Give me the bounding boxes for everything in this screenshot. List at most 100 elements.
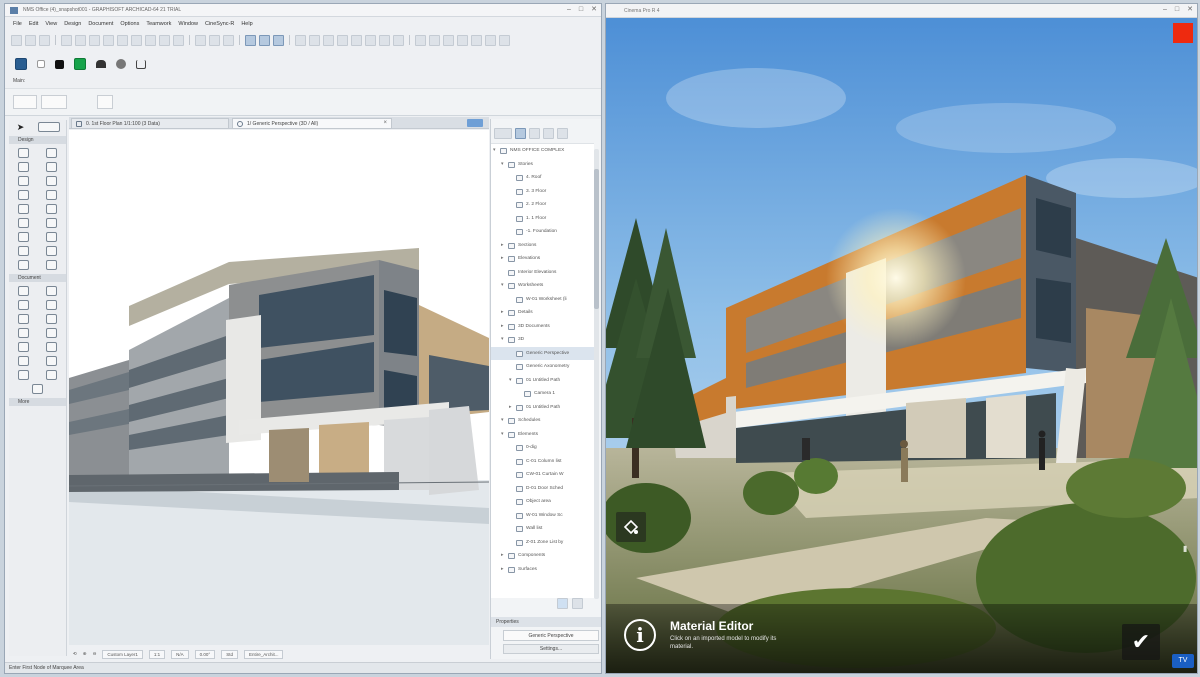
sync-icon[interactable] bbox=[74, 58, 86, 70]
rendered-building-image[interactable] bbox=[606, 18, 1198, 674]
trace-icon[interactable] bbox=[365, 34, 376, 46]
tree-node-elevations[interactable]: ▸ Elevations bbox=[491, 252, 594, 266]
zoom-icon[interactable] bbox=[429, 34, 440, 46]
cut-icon[interactable] bbox=[117, 34, 128, 46]
tree-node-schedule[interactable]: Z-01 Zone List by bbox=[491, 536, 594, 550]
lamp-tool-icon[interactable] bbox=[17, 260, 29, 270]
tree-node-3d-documents[interactable]: ▸ 3D Documents bbox=[491, 320, 594, 334]
shell-tool-icon[interactable] bbox=[46, 204, 58, 214]
tree-node-generic-perspective[interactable]: Generic Perspective bbox=[491, 346, 594, 360]
close-icon[interactable]: ✕ bbox=[1187, 6, 1193, 14]
print-icon[interactable] bbox=[103, 34, 114, 46]
tree-node-story[interactable]: -1. Foundation bbox=[491, 225, 594, 239]
column-tool-icon[interactable] bbox=[46, 148, 58, 158]
inject-icon[interactable] bbox=[173, 34, 184, 46]
pen-set-field[interactable]: Std bbox=[221, 649, 238, 659]
maximize-icon[interactable]: □ bbox=[1175, 6, 1179, 14]
menu-file[interactable]: File bbox=[13, 21, 22, 27]
circle-icon[interactable] bbox=[337, 34, 348, 46]
layout-book-icon[interactable] bbox=[529, 127, 540, 139]
level-dimension-tool-icon[interactable] bbox=[46, 286, 58, 296]
tree-node-path[interactable]: ▾ 01 Untitled Path bbox=[491, 374, 594, 388]
info-box-method[interactable] bbox=[41, 95, 67, 109]
measure-icon[interactable] bbox=[393, 34, 404, 46]
hand-icon[interactable] bbox=[11, 34, 22, 46]
drawing-tool-icon[interactable] bbox=[17, 342, 29, 352]
guide-icon[interactable] bbox=[323, 34, 334, 46]
railing-tool-icon[interactable] bbox=[46, 190, 58, 200]
minimize-icon[interactable]: – bbox=[1163, 6, 1167, 14]
section-icon[interactable] bbox=[485, 34, 496, 46]
tree-node-schedule[interactable]: Wall list bbox=[491, 522, 594, 536]
square-icon[interactable] bbox=[55, 59, 64, 69]
stop-render-button[interactable] bbox=[1173, 23, 1193, 43]
cinema-icon[interactable] bbox=[15, 58, 27, 70]
maximize-icon[interactable]: □ bbox=[579, 6, 583, 14]
gear-icon[interactable] bbox=[116, 59, 126, 69]
fill-tool-icon[interactable] bbox=[17, 314, 29, 324]
slab-tool-icon[interactable] bbox=[46, 176, 58, 186]
zoom-select-icon[interactable] bbox=[273, 34, 284, 46]
paste-icon[interactable] bbox=[145, 34, 156, 46]
menu-window[interactable]: Window bbox=[178, 21, 198, 27]
tree-node-path[interactable]: ▸ 01 Untitled Path bbox=[491, 401, 594, 415]
navigator-scrollbar[interactable] bbox=[594, 149, 599, 599]
gravity-icon[interactable] bbox=[351, 34, 362, 46]
section-tool-icon[interactable] bbox=[46, 342, 58, 352]
camera-icon[interactable] bbox=[379, 34, 390, 46]
zoom-field[interactable]: N/A bbox=[171, 649, 189, 659]
roof-tool-icon[interactable] bbox=[17, 204, 29, 214]
tab-floor-plan[interactable]: 0. 1st Floor Plan 1/1:100 (3 Data) bbox=[71, 118, 229, 129]
mesh-tool-icon[interactable] bbox=[46, 246, 58, 256]
export-icon[interactable] bbox=[136, 59, 146, 69]
orbit-icon[interactable] bbox=[457, 34, 468, 46]
tree-node-story[interactable]: 2. 2 Floor bbox=[491, 198, 594, 212]
menu-document[interactable]: Document bbox=[88, 21, 113, 27]
tree-node-camera[interactable]: Camera 1 bbox=[491, 387, 594, 401]
undo-icon[interactable] bbox=[25, 34, 36, 46]
properties-view-name[interactable]: Generic Perspective bbox=[503, 630, 599, 641]
project-map-icon[interactable] bbox=[494, 127, 512, 139]
snap-icon[interactable] bbox=[309, 34, 320, 46]
tree-node-worksheets[interactable]: ▾ Worksheets bbox=[491, 279, 594, 293]
door-tool-icon[interactable] bbox=[17, 162, 29, 172]
angle-field[interactable]: 0.00° bbox=[194, 649, 216, 659]
open-view-icon[interactable] bbox=[557, 597, 568, 609]
window-tool-icon[interactable] bbox=[46, 162, 58, 172]
material-picker-button[interactable] bbox=[616, 512, 646, 542]
stair-tool-icon[interactable] bbox=[17, 190, 29, 200]
beam-tool-icon[interactable] bbox=[17, 176, 29, 186]
polyline-tool-icon[interactable] bbox=[46, 328, 58, 338]
delete-view-icon[interactable] bbox=[572, 597, 583, 609]
tab-menu-icon[interactable] bbox=[467, 119, 483, 127]
menu-design[interactable]: Design bbox=[64, 21, 81, 27]
change-tool-icon[interactable] bbox=[46, 370, 58, 380]
render-icon[interactable] bbox=[499, 34, 510, 46]
tree-node-schedule[interactable]: D-01 Door Sched bbox=[491, 482, 594, 496]
menu-help[interactable]: Help bbox=[241, 21, 252, 27]
close-tab-icon[interactable]: × bbox=[383, 120, 387, 126]
tree-node-sections[interactable]: ▸ Sections bbox=[491, 239, 594, 253]
menu-options[interactable]: Options bbox=[120, 21, 139, 27]
tree-node-schedule[interactable]: 0-dig bbox=[491, 441, 594, 455]
undo-zoom-icon[interactable]: ⟲ bbox=[73, 651, 77, 657]
menu-cinesync[interactable]: CineSync-R bbox=[205, 21, 234, 27]
arrow-select-icon[interactable] bbox=[245, 34, 256, 46]
copy-icon[interactable] bbox=[131, 34, 142, 46]
settings-button[interactable]: Settings... bbox=[503, 644, 599, 654]
pan-icon[interactable] bbox=[443, 34, 454, 46]
scrollbar-thumb[interactable] bbox=[594, 169, 599, 309]
save-icon[interactable] bbox=[89, 34, 100, 46]
tree-node-details[interactable]: ▸ Details bbox=[491, 306, 594, 320]
object-tool-icon[interactable] bbox=[46, 232, 58, 242]
eye-tool-icon[interactable] bbox=[46, 260, 58, 270]
3d-viewport[interactable] bbox=[69, 130, 489, 645]
menu-edit[interactable]: Edit bbox=[29, 21, 38, 27]
info-box-geometry[interactable] bbox=[97, 95, 113, 109]
tree-node-3d[interactable]: ▾ 3D bbox=[491, 333, 594, 347]
tree-node-project[interactable]: ▾ NMS OFFICE COMPLEX bbox=[491, 144, 594, 158]
zoom-in-icon[interactable]: ⊕ bbox=[83, 651, 87, 657]
stop-icon[interactable] bbox=[37, 60, 45, 68]
toolbox-section-more[interactable]: More bbox=[9, 398, 66, 406]
new-icon[interactable] bbox=[61, 34, 72, 46]
